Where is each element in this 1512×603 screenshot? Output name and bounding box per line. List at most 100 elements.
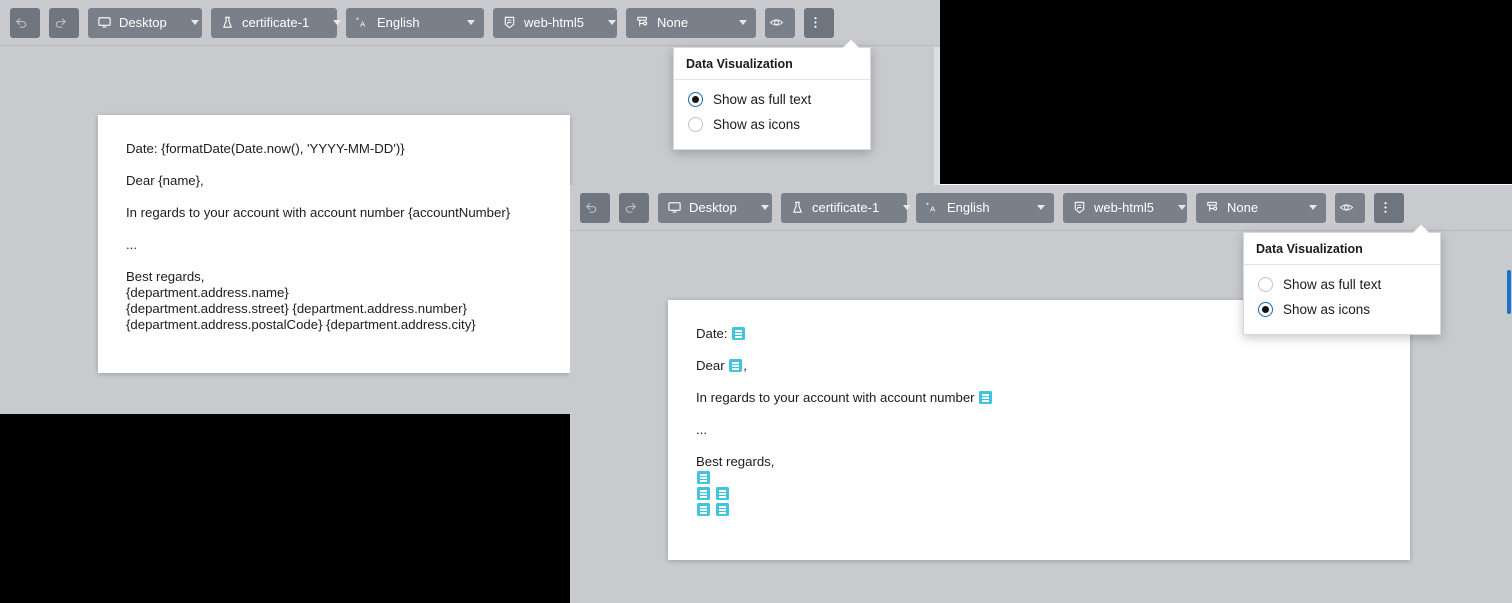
filter-selector[interactable]: None: [1196, 192, 1326, 223]
doc-line-body-label: In regards to your account with account …: [696, 390, 975, 405]
svg-text:A: A: [360, 20, 365, 29]
popover-options: Show as full text Show as icons: [674, 80, 870, 149]
monitor-icon: [98, 17, 111, 28]
popover-title: Data Visualization: [1244, 233, 1440, 265]
doc-address-line-2: {department.address.street} {department.…: [126, 301, 467, 316]
chevron-down-icon: [1037, 205, 1045, 210]
data-token-icon[interactable]: [697, 503, 710, 516]
redo-icon: [55, 18, 66, 28]
svg-text:*: *: [926, 201, 929, 210]
data-visualization-popover-top: Data Visualization Show as full text Sho…: [673, 40, 871, 150]
screenshot-root: Desktop certificate-1 * A English web-ht…: [0, 0, 1512, 603]
radio-icons-icon[interactable]: [1258, 302, 1273, 317]
redo-button[interactable]: [619, 192, 649, 223]
redo-icon: [625, 203, 636, 213]
doc-address-row-3: [696, 502, 1382, 518]
black-filler-bottom-left: [0, 414, 570, 603]
format-label: web-html5: [524, 15, 584, 30]
doc-line-ellipsis: ...: [696, 422, 707, 437]
document-body: Date: Dear , In regards to your account …: [668, 300, 1410, 544]
more-options-button[interactable]: [804, 7, 834, 38]
option-label: Show as icons: [1283, 302, 1371, 317]
filter-branch-icon: [637, 16, 648, 27]
popover-options: Show as full text Show as icons: [1244, 265, 1440, 334]
monitor-icon: [668, 202, 681, 213]
radio-icons-icon[interactable]: [688, 117, 703, 132]
scrollbar-thumb-bottom[interactable]: [1507, 270, 1511, 314]
certificate-label: certificate-1: [812, 200, 880, 215]
option-show-as-icons[interactable]: Show as icons: [1244, 297, 1440, 322]
chevron-down-icon: [333, 20, 342, 25]
undo-icon: [586, 203, 597, 213]
toolbar-top: Desktop certificate-1 * A English web-ht…: [0, 0, 940, 46]
chevron-down-icon: [190, 20, 199, 25]
translate-icon: * A: [356, 16, 365, 29]
toolbar-bottom: Desktop certificate-1 * A English web-ht…: [570, 185, 1512, 231]
html5-shield-icon: [504, 16, 515, 29]
data-visualization-popover-bottom: Data Visualization Show as full text Sho…: [1243, 225, 1441, 335]
chevron-down-icon: [903, 205, 912, 210]
html5-shield-icon: [1074, 201, 1085, 214]
undo-icon: [16, 18, 27, 28]
chevron-down-icon: [467, 20, 475, 25]
flask-icon: [793, 201, 802, 213]
doc-line-greeting-label: Dear: [696, 358, 725, 373]
doc-address-row-1: [696, 470, 1382, 486]
filter-label: None: [657, 15, 689, 30]
undo-button[interactable]: [10, 7, 40, 38]
certificate-label: certificate-1: [242, 15, 310, 30]
chevron-down-icon: [1309, 205, 1317, 210]
radio-full-text-icon[interactable]: [688, 92, 703, 107]
option-show-as-icons[interactable]: Show as icons: [674, 112, 870, 137]
certificate-selector[interactable]: certificate-1: [211, 7, 342, 38]
option-show-as-full-text[interactable]: Show as full text: [1244, 272, 1440, 297]
doc-line-closing: Best regards,: [696, 454, 775, 469]
language-selector[interactable]: * A English: [346, 7, 484, 38]
format-selector[interactable]: web-html5: [1063, 192, 1187, 223]
filter-selector[interactable]: None: [626, 7, 756, 38]
format-selector[interactable]: web-html5: [493, 7, 617, 38]
chevron-down-icon: [739, 20, 747, 25]
doc-address-row-2: [696, 486, 1382, 502]
more-options-button[interactable]: [1374, 192, 1404, 223]
data-token-icon[interactable]: [732, 327, 746, 340]
data-token-icon[interactable]: [716, 503, 729, 516]
option-label: Show as icons: [713, 117, 801, 132]
data-token-icon[interactable]: [697, 471, 710, 484]
screenshot-icons-variant: Desktop certificate-1 * A English web-ht…: [570, 185, 1512, 603]
language-label: English: [947, 200, 990, 215]
preview-button[interactable]: [765, 7, 795, 38]
device-selector[interactable]: Desktop: [658, 192, 772, 223]
data-token-icon[interactable]: [697, 487, 710, 500]
doc-line-body: In regards to your account with account …: [696, 390, 1382, 406]
document-body: Date: {formatDate(Date.now(), 'YYYY-MM-D…: [98, 115, 570, 359]
document-card-full-text: Date: {formatDate(Date.now(), 'YYYY-MM-D…: [98, 115, 570, 373]
black-filler-top-right: [940, 0, 1512, 184]
format-label: web-html5: [1094, 200, 1154, 215]
chevron-down-icon: [1177, 205, 1186, 210]
chevron-down-icon: [760, 205, 769, 210]
redo-button[interactable]: [49, 7, 79, 38]
data-token-icon[interactable]: [729, 359, 743, 372]
certificate-selector[interactable]: certificate-1: [781, 192, 912, 223]
undo-button[interactable]: [580, 192, 610, 223]
chevron-down-icon: [607, 20, 616, 25]
translate-icon: * A: [926, 201, 935, 214]
option-label: Show as full text: [1283, 277, 1382, 292]
filter-branch-icon: [1207, 201, 1218, 212]
eye-icon: [769, 19, 784, 26]
option-show-as-full-text[interactable]: Show as full text: [674, 87, 870, 112]
doc-line-greeting-comma: ,: [743, 358, 747, 373]
data-token-icon[interactable]: [979, 391, 993, 404]
filter-label: None: [1227, 200, 1259, 215]
doc-address-line-3: {department.address.postalCode} {departm…: [126, 317, 476, 332]
language-selector[interactable]: * A English: [916, 192, 1054, 223]
popover-arrow: [842, 40, 860, 49]
document-card-icons: Date: Dear , In regards to your account …: [668, 300, 1410, 560]
eye-icon: [1339, 204, 1354, 211]
language-label: English: [377, 15, 420, 30]
preview-button[interactable]: [1335, 192, 1365, 223]
device-selector[interactable]: Desktop: [88, 7, 202, 38]
radio-full-text-icon[interactable]: [1258, 277, 1273, 292]
data-token-icon[interactable]: [716, 487, 729, 500]
